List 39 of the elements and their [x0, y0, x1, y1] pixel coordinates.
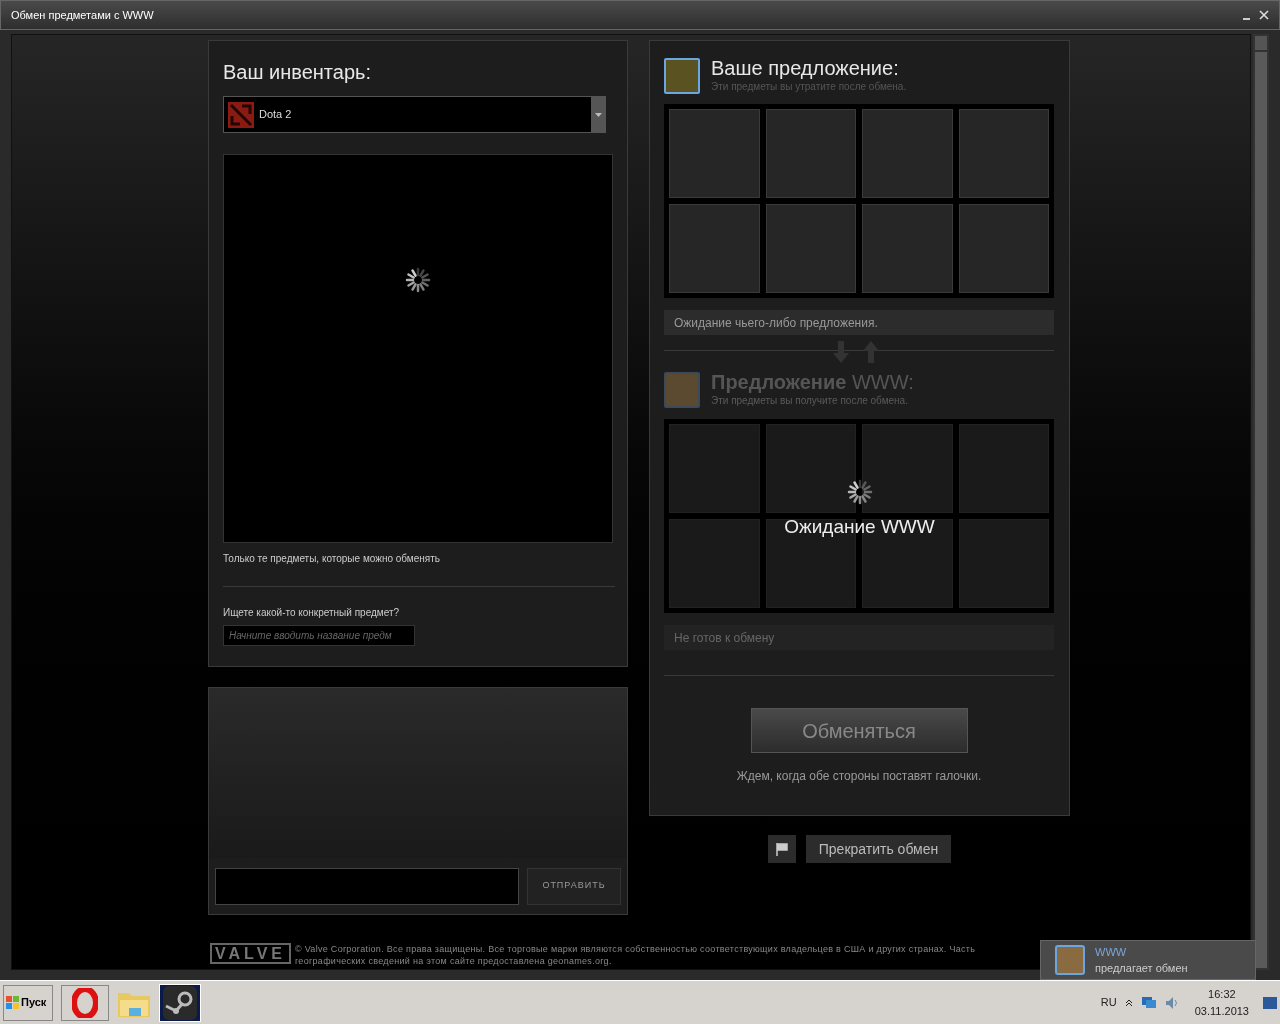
- show-desktop-icon[interactable]: [1263, 996, 1277, 1009]
- avatar-picture: [1055, 945, 1085, 975]
- notification-message: предлагает обмен: [1095, 961, 1188, 976]
- copyright-text: © Valve Corporation. Все права защищены. Все торговые марки являются собственностью соответствующих владельцев в США и других странах. Часть географических сведений на этом сайте предоставлена geonames.org.: [294, 943, 977, 967]
- partner-status: Не готов к обмену: [664, 625, 1054, 650]
- chat-input[interactable]: [215, 867, 519, 905]
- waiting-text: Ожидание WWW: [784, 515, 935, 539]
- send-button[interactable]: ОТПРАВИТЬ: [527, 867, 621, 905]
- dropdown-button[interactable]: [591, 97, 605, 132]
- offer-status: Ожидание чьего-либо предложения.: [664, 310, 1054, 335]
- flag-icon: [775, 842, 788, 856]
- game-icon: [228, 101, 254, 128]
- report-button[interactable]: [767, 835, 796, 863]
- inventory-title: Ваш инвентарь:: [223, 60, 372, 85]
- your-offer-title: Ваше предложение:: [711, 57, 900, 79]
- game-name: Dota 2: [259, 107, 293, 123]
- trade-hint: Ждем, когда обе стороны поставят галочки.: [736, 768, 982, 785]
- trade-notification[interactable]: WWW предлагает обмен: [1040, 940, 1256, 980]
- their-offer-title: Предложение WWW:: [711, 371, 914, 393]
- sender-name: WWW: [1095, 944, 1128, 960]
- cancel-trade-button[interactable]: Прекратить обмен: [805, 835, 952, 863]
- avatar-picture: [664, 371, 700, 408]
- start-button[interactable]: Пуск: [3, 984, 53, 1021]
- avatar-picture: [664, 57, 700, 94]
- search-label: Ищете какой-то конкретный предмет?: [223, 606, 401, 620]
- network-icon[interactable]: [1140, 995, 1157, 1010]
- window-title: Обмен предметами с WWW: [11, 7, 154, 23]
- chevron-up-icon[interactable]: [1124, 998, 1133, 1007]
- game-select[interactable]: Dota 2: [223, 96, 606, 133]
- steam-logo-icon: [163, 985, 197, 1020]
- close-icon[interactable]: [1259, 10, 1269, 20]
- opera-logo-icon: [72, 987, 98, 1018]
- tradable-note: Только те предметы, которые можно обменять: [223, 552, 441, 566]
- language-indicator[interactable]: RU: [1100, 994, 1117, 1011]
- valve-logo: VALVE: [210, 943, 291, 964]
- item-search-field[interactable]: Начните вводить название предм: [223, 625, 415, 646]
- clock[interactable]: 16:32 03.11.2013: [1188, 986, 1255, 1019]
- windows-logo-icon: [6, 995, 20, 1010]
- caret-icon: [594, 112, 602, 117]
